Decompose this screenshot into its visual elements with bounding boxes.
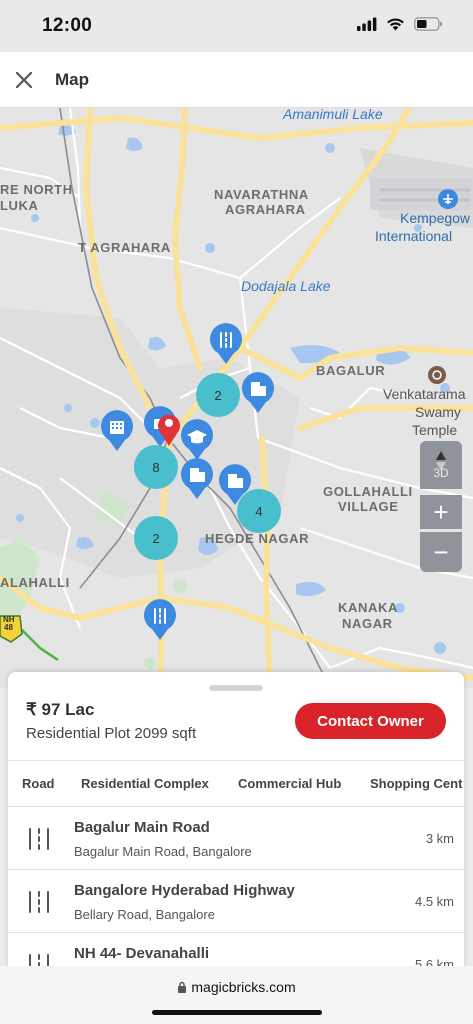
- list-item[interactable]: Bangalore Hyderabad Highway Bellary Road…: [8, 870, 464, 933]
- list-item-name: NH 44- Devanahalli: [74, 945, 210, 962]
- property-price: ₹ 97 Lac: [26, 700, 95, 719]
- list-item-address: Bellary Road, Bangalore: [74, 907, 215, 922]
- lock-icon: [178, 981, 187, 993]
- battery-icon: [414, 17, 442, 31]
- cluster-marker[interactable]: 2: [134, 516, 178, 560]
- list-item-name: Bagalur Main Road: [74, 819, 210, 836]
- tab-road[interactable]: Road: [22, 776, 55, 791]
- map-label-international: International: [375, 228, 453, 244]
- tab-residential-complex[interactable]: Residential Complex: [81, 776, 209, 791]
- list-item-name: Bangalore Hyderabad Highway: [74, 882, 295, 899]
- cluster-marker[interactable]: 4: [237, 489, 281, 533]
- road-icon: [29, 891, 49, 913]
- map-label-bagalur: BAGALUR: [316, 363, 386, 378]
- url-bar[interactable]: magicbricks.com: [0, 979, 473, 995]
- zoom-out-button[interactable]: −: [420, 532, 462, 572]
- status-bar: 12:00: [0, 0, 473, 52]
- tab-shopping-centre[interactable]: Shopping Cent: [370, 776, 462, 791]
- commercial-pin-1[interactable]: [241, 372, 275, 414]
- map-label-alahalli: ALAHALLI: [0, 575, 70, 590]
- map-label-agrahara: AGRAHARA: [225, 202, 306, 217]
- map-label-kanaka: KANAKA: [338, 600, 398, 615]
- map-label-t-agrahara: T AGRAHARA: [78, 240, 171, 255]
- tab-commercial-hub[interactable]: Commercial Hub: [238, 776, 341, 791]
- home-indicator: [152, 1010, 322, 1015]
- road-pin-1[interactable]: [209, 323, 243, 365]
- page-title: Map: [55, 70, 89, 89]
- signal-icon: [357, 17, 377, 31]
- map-label-gollahalli: GOLLAHALLI: [323, 484, 413, 499]
- map-label-nagar: NAGAR: [342, 616, 393, 631]
- list-item[interactable]: NH 44- Devanahalli 5.6 km: [8, 933, 464, 968]
- screen: 12:00 Map Amanimuli Lake RE NORTH LUKA N…: [0, 0, 473, 1024]
- map-label-venkatarama: Venkatarama: [383, 386, 466, 402]
- list-item-distance: 3 km: [425, 831, 454, 846]
- wifi-icon: [387, 18, 404, 31]
- contact-owner-button[interactable]: Contact Owner: [295, 703, 446, 739]
- header: Map: [0, 52, 473, 108]
- map-label-swamy: Swamy: [415, 404, 461, 420]
- cluster-marker[interactable]: 8: [134, 445, 178, 489]
- map-label-village: VILLAGE: [338, 499, 399, 514]
- property-location-pin[interactable]: [156, 411, 182, 447]
- map-label-kempegowda: Kempegow: [400, 210, 471, 226]
- map-label-dodajala-lake: Dodajala Lake: [241, 278, 331, 294]
- nearby-tabs: Road Residential Complex Commercial Hub …: [8, 760, 464, 807]
- map-view[interactable]: Amanimuli Lake RE NORTH LUKA NAVARATHNA …: [0, 108, 473, 688]
- residential-pin-1[interactable]: [100, 410, 134, 452]
- list-item[interactable]: Bagalur Main Road Bagalur Main Road, Ban…: [8, 807, 464, 870]
- map-label-re-north: RE NORTH: [0, 182, 73, 197]
- school-pin[interactable]: [180, 419, 214, 461]
- map-label-luka: LUKA: [0, 198, 39, 213]
- cluster-marker[interactable]: 2: [196, 373, 240, 417]
- map-label-amanimuli-lake: Amanimuli Lake: [283, 108, 383, 122]
- property-sheet: ₹ 97 Lac Residential Plot 2099 sqft Cont…: [8, 672, 464, 968]
- status-time: 12:00: [42, 15, 93, 36]
- nh48-badge-line2: 48: [4, 623, 13, 632]
- list-item-address: Bagalur Main Road, Bangalore: [74, 844, 252, 859]
- property-description: Residential Plot 2099 sqft: [26, 725, 197, 742]
- close-button[interactable]: [10, 66, 38, 94]
- list-item-distance: 4.5 km: [414, 894, 454, 909]
- three-d-label: 3D: [433, 466, 449, 480]
- status-icons: [357, 17, 443, 31]
- commercial-pin-2[interactable]: [180, 458, 214, 500]
- url-text: magicbricks.com: [191, 979, 296, 995]
- map-label-hegde-nagar: HEGDE NAGAR: [205, 531, 310, 546]
- sheet-drag-handle[interactable]: [209, 685, 263, 691]
- map-3d-toggle[interactable]: 3D: [420, 441, 462, 489]
- map-label-temple: Temple: [412, 422, 458, 438]
- road-icon: [29, 828, 49, 850]
- road-pin-2[interactable]: [143, 599, 177, 641]
- close-icon: [15, 71, 33, 89]
- map-label-navarathna: NAVARATHNA: [214, 187, 309, 202]
- zoom-in-button[interactable]: +: [420, 495, 462, 529]
- browser-bar: magicbricks.com: [0, 966, 473, 1024]
